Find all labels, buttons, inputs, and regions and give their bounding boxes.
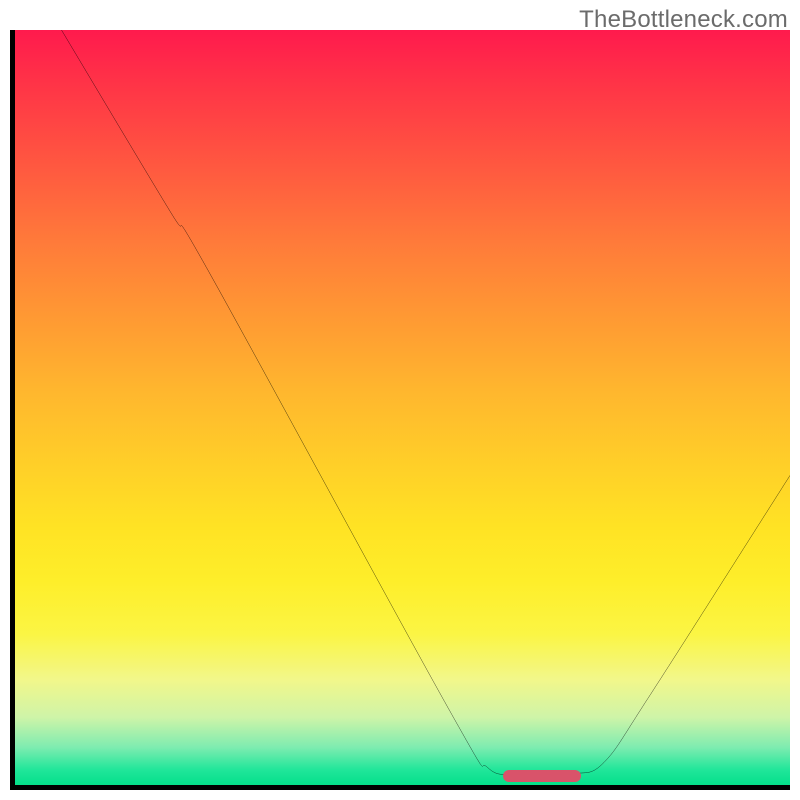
chart-container: TheBottleneck.com <box>0 0 800 800</box>
plot-area <box>10 30 790 790</box>
bottleneck-curve <box>15 30 790 785</box>
optimum-marker <box>503 770 581 782</box>
